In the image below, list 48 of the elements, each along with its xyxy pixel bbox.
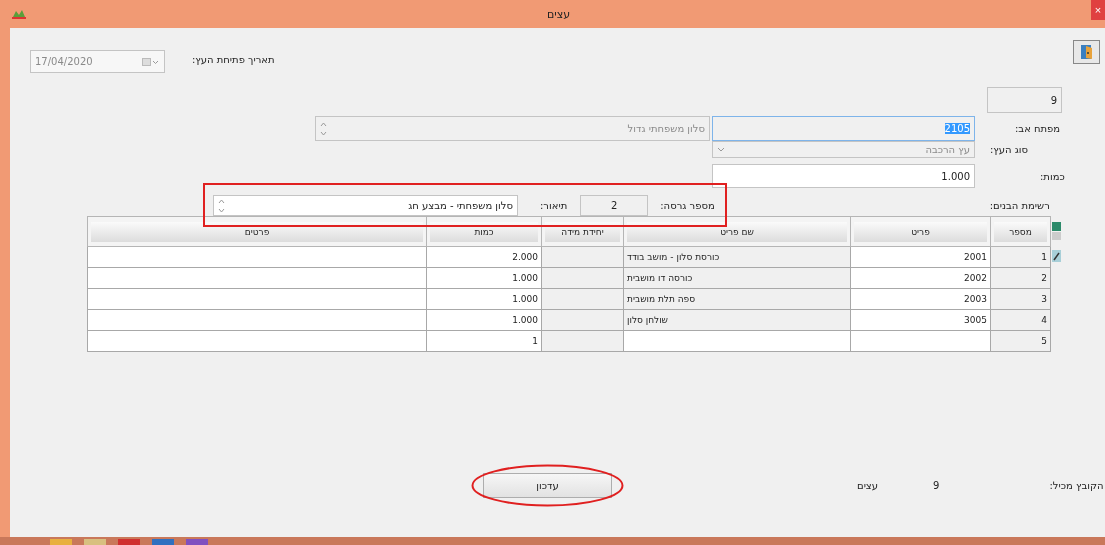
table-cell: שולחן סלון: [623, 309, 851, 331]
quantity-label: כמות:: [1040, 170, 1065, 182]
table-cell: 1: [426, 330, 542, 352]
column-header[interactable]: שם פריט: [627, 221, 847, 242]
version-label: מספר גרסה:: [660, 200, 715, 211]
window-title: עצים: [545, 7, 572, 21]
column-header[interactable]: יחידת מידה: [545, 221, 620, 242]
open-date-label: תאריך פתיחת העץ:: [192, 54, 275, 65]
table-cell: 1.000: [426, 309, 542, 331]
quantity-field[interactable]: 1.000: [712, 164, 975, 188]
table-cell: 3: [990, 288, 1051, 310]
exit-button[interactable]: [1073, 40, 1100, 64]
table-cell: 2.000: [426, 246, 542, 268]
description-field[interactable]: סלון משפחתי - מבצע חג: [213, 195, 518, 216]
children-label: רשימת הבנים:: [989, 200, 1050, 211]
id-field[interactable]: 9: [987, 87, 1062, 113]
footer-label: הקובץ מכיל:: [1049, 479, 1104, 491]
table-cell: 1.000: [426, 288, 542, 310]
table-cell: ספה תלת מושבית: [623, 288, 851, 310]
table-cell: 1: [990, 246, 1051, 268]
table-cell: 4: [990, 309, 1051, 331]
table-cell: 2: [990, 267, 1051, 289]
footer-unit: עצים: [857, 479, 879, 491]
table-cell: 2003: [850, 288, 991, 310]
footer-count: 9: [933, 479, 940, 491]
spin-icon[interactable]: [320, 120, 327, 137]
table-cell: 3005: [850, 309, 991, 331]
column-header[interactable]: פריט: [854, 221, 987, 242]
app-icon: [12, 9, 26, 19]
table-cell: 1.000: [426, 267, 542, 289]
table-cell: 5: [990, 330, 1051, 352]
table-tool-icon[interactable]: [1052, 220, 1061, 241]
table-cell: 2002: [850, 267, 991, 289]
table-cell: 2001: [850, 246, 991, 268]
pencil-icon: [1052, 250, 1061, 262]
table-cell: כורסת סלון - מושב בודד: [623, 246, 851, 268]
table-cell: כורסה דו מושבית: [623, 267, 851, 289]
column-header[interactable]: פרטים: [91, 221, 423, 242]
update-button[interactable]: עדכון: [483, 472, 612, 498]
close-button[interactable]: ×: [1091, 0, 1105, 20]
parent-key-label: מפתח אב:: [1015, 123, 1061, 134]
description-label: תיאור:: [540, 200, 568, 211]
column-header[interactable]: כמות: [430, 221, 538, 242]
spin-icon[interactable]: [218, 197, 225, 214]
tree-type-label: סוג העץ:: [990, 144, 1029, 155]
version-field[interactable]: 2: [580, 195, 649, 216]
chevron-down-icon: [717, 147, 725, 152]
column-header[interactable]: מספר: [994, 221, 1047, 242]
